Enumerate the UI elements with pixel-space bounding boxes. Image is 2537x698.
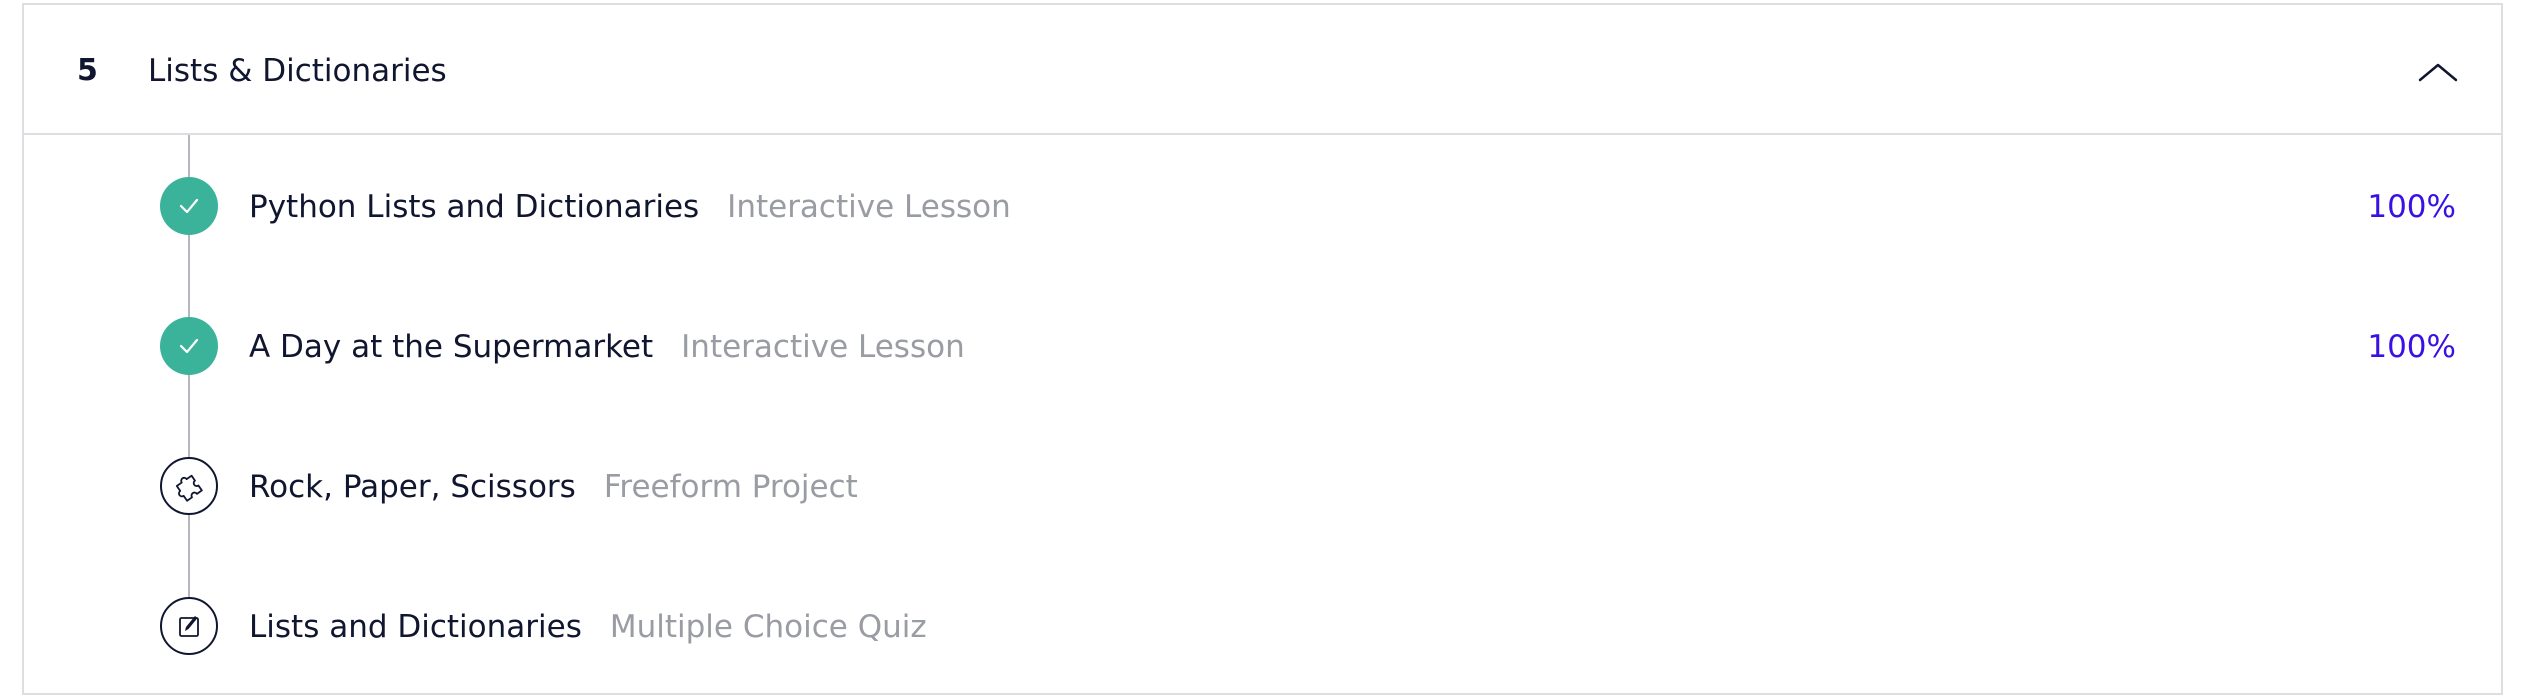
collapse-button[interactable] xyxy=(2413,47,2463,97)
lesson-type: Interactive Lesson xyxy=(727,189,1011,225)
lesson-title-row[interactable]: A Day at the Supermarket Interactive Less… xyxy=(249,327,965,367)
lesson-item[interactable]: Lists and Dictionaries Multiple Choice Qu… xyxy=(24,587,2501,667)
check-icon xyxy=(179,338,199,354)
lesson-title-row[interactable]: Rock, Paper, Scissors Freeform Project xyxy=(249,467,858,507)
quiz-icon xyxy=(179,616,199,637)
section-title: Lists & Dictionaries xyxy=(148,53,447,89)
puzzle-icon xyxy=(175,474,203,502)
lesson-progress: 100% xyxy=(2367,329,2456,365)
check-icon xyxy=(179,198,199,214)
chevron-up-icon xyxy=(2418,63,2458,82)
lesson-title[interactable]: Lists and Dictionaries xyxy=(249,609,582,645)
lesson-progress: 100% xyxy=(2367,189,2456,225)
completed-status-icon xyxy=(160,177,218,235)
lesson-item[interactable]: Rock, Paper, Scissors Freeform Project xyxy=(24,447,2501,527)
section-header[interactable]: 5 Lists & Dictionaries xyxy=(24,5,2501,135)
lesson-title-row[interactable]: Python Lists and Dictionaries Interactive… xyxy=(249,187,1011,227)
lesson-item[interactable]: A Day at the Supermarket Interactive Less… xyxy=(24,307,2501,387)
quiz-status-icon xyxy=(160,597,218,655)
lesson-title-row[interactable]: Lists and Dictionaries Multiple Choice Qu… xyxy=(249,607,927,647)
completed-status-icon xyxy=(160,317,218,375)
project-status-icon xyxy=(160,457,218,515)
lesson-title[interactable]: Python Lists and Dictionaries xyxy=(249,189,699,225)
lesson-item[interactable]: Python Lists and Dictionaries Interactive… xyxy=(24,167,2501,247)
lesson-type: Interactive Lesson xyxy=(681,329,965,365)
module-card: 5 Lists & Dictionaries Python Lists and … xyxy=(22,3,2503,695)
lesson-type: Freeform Project xyxy=(603,469,858,505)
lesson-title[interactable]: Rock, Paper, Scissors xyxy=(249,469,576,505)
lesson-type: Multiple Choice Quiz xyxy=(609,609,927,645)
section-number: 5 xyxy=(77,53,98,88)
lesson-title[interactable]: A Day at the Supermarket xyxy=(249,329,653,365)
